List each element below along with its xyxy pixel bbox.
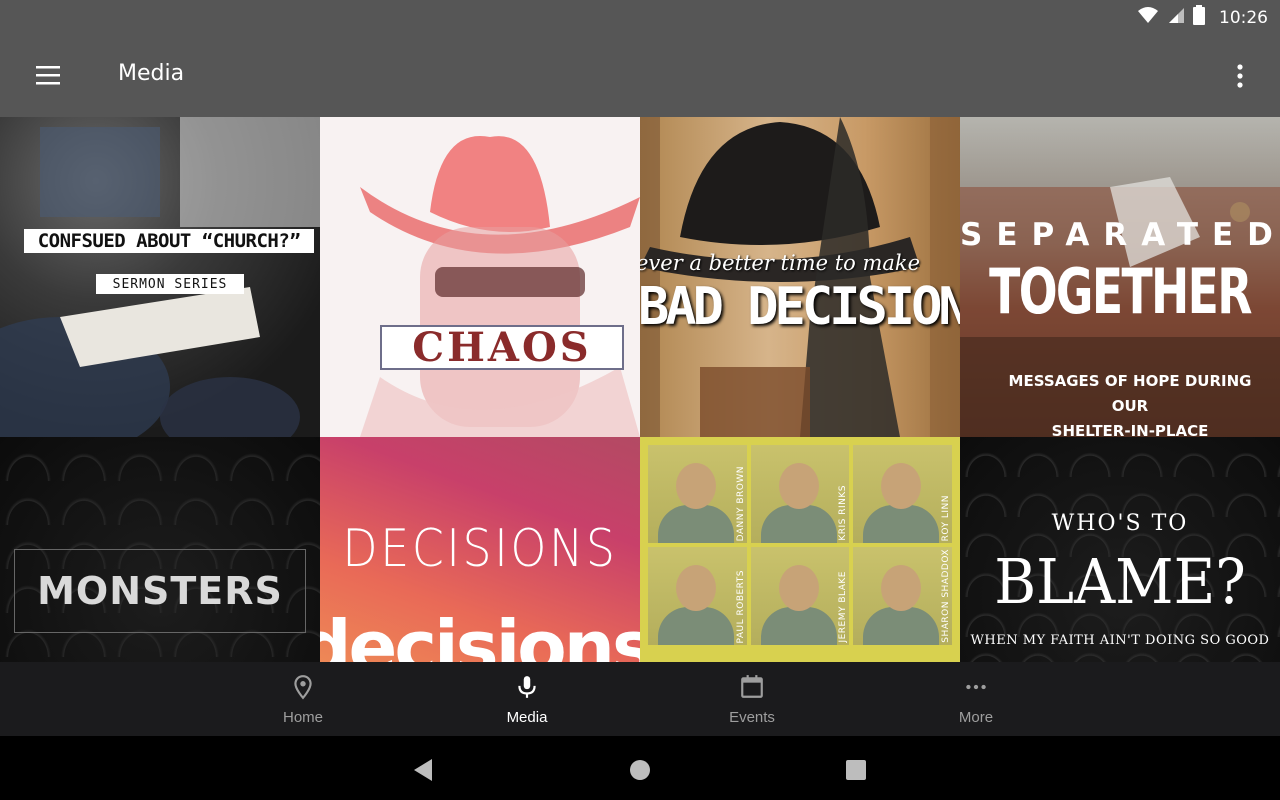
nav-item-events[interactable]: Events xyxy=(677,662,827,736)
system-navigation-bar xyxy=(0,736,1280,800)
tile-subtitle: decisions xyxy=(320,605,640,662)
recents-button[interactable] xyxy=(842,756,870,784)
speaker-face xyxy=(881,463,922,509)
bottom-navigation: Home Media Events More xyxy=(0,662,1280,736)
nav-item-more[interactable]: More xyxy=(901,662,1051,736)
tile-title: TOGETHER xyxy=(989,255,1252,328)
media-tile-decisions[interactable]: DECISIONS decisions xyxy=(320,437,640,662)
speaker-shirt xyxy=(760,607,837,645)
media-tile-whos-to-blame[interactable]: WHO'S TO BLAME? WHEN MY FAITH AIN'T DOIN… xyxy=(960,437,1280,662)
media-tile-bad-decision[interactable]: ever a better time to make BAD DECISION xyxy=(640,117,960,437)
media-tile-monsters[interactable]: MONSTERS xyxy=(0,437,320,662)
nav-item-label: Events xyxy=(729,709,775,726)
speaker-name: JEREMY BLAKE xyxy=(838,571,849,643)
speaker-photo: PAUL ROBERTS xyxy=(648,547,747,645)
tile-title: MONSTERS xyxy=(14,549,306,633)
speaker-photo: JEREMY BLAKE xyxy=(750,547,850,645)
nav-item-label: More xyxy=(958,709,994,726)
tile-title-top: WHO'S TO xyxy=(1051,511,1189,536)
media-tile-separated-together[interactable]: SEPARATED TOGETHER MESSAGES OF HOPE DURI… xyxy=(960,117,1280,437)
tile-title: BAD DECISION xyxy=(640,277,960,337)
page-title: Media xyxy=(118,61,185,86)
nav-item-home[interactable]: Home xyxy=(228,662,378,736)
back-triangle-icon xyxy=(410,759,438,788)
speaker-face xyxy=(778,565,819,611)
tile-subtitle-line-1: MESSAGES OF HOPE DURING OUR xyxy=(1008,372,1252,415)
speaker-name: KRIS RINKS xyxy=(838,485,849,541)
more-horizontal-icon xyxy=(963,674,989,705)
status-time: 10:26 xyxy=(1219,7,1268,28)
recents-square-icon xyxy=(842,760,870,788)
speaker-photo-grid: DANNY BROWN KRIS RINKS ROY LINN PAUL ROB… xyxy=(648,445,952,662)
speaker-shirt xyxy=(760,505,837,543)
tile-subtitle: WHEN MY FAITH AIN'T DOING SO GOOD xyxy=(970,633,1270,648)
cellular-signal-icon xyxy=(1167,6,1185,29)
speaker-face xyxy=(676,463,716,509)
calendar-icon xyxy=(739,674,765,705)
menu-button[interactable] xyxy=(24,56,72,96)
speaker-name: ROY LINN xyxy=(940,494,951,541)
media-tile-confused-about-church[interactable]: CONFSUED ABOUT “CHURCH?” SERMON SERIES xyxy=(0,117,320,437)
back-button[interactable] xyxy=(410,756,438,784)
tile-title: CONFSUED ABOUT “CHURCH?” xyxy=(24,229,314,253)
media-tile-speakers[interactable]: DANNY BROWN KRIS RINKS ROY LINN PAUL ROB… xyxy=(640,437,960,662)
overflow-menu-button[interactable] xyxy=(1220,56,1260,96)
speaker-shirt xyxy=(863,607,940,645)
tile-title: BLAME? xyxy=(994,545,1246,618)
speaker-shirt xyxy=(863,505,940,543)
home-circle-icon xyxy=(626,760,654,788)
speaker-photo: DANNY BROWN xyxy=(648,445,747,543)
nav-item-label: Home xyxy=(282,709,323,726)
speaker-name: DANNY BROWN xyxy=(735,465,746,541)
cowboy-hat-art xyxy=(360,135,640,437)
speaker-face xyxy=(676,565,716,611)
nav-item-label: Media xyxy=(506,709,548,726)
media-tile-chaos[interactable]: CHAOS xyxy=(320,117,640,437)
speaker-photo: ROY LINN xyxy=(853,445,952,543)
hamburger-menu-icon xyxy=(24,66,72,100)
speaker-name: SHARON SHADDOX xyxy=(940,549,951,643)
tile-subtitle-line-2: SHELTER-IN-PLACE xyxy=(1051,422,1209,437)
microphone-icon xyxy=(514,674,540,705)
tile-subtitle: SERMON SERIES xyxy=(96,274,244,294)
speaker-shirt xyxy=(658,505,734,543)
tile-title: DECISIONS xyxy=(342,519,618,579)
tile-title: CHAOS xyxy=(380,324,624,371)
media-grid: CONFSUED ABOUT “CHURCH?” SERMON SERIES C… xyxy=(0,117,1280,662)
battery-icon xyxy=(1193,5,1205,30)
more-vertical-icon xyxy=(1220,64,1260,100)
tile-title-top: SEPARATED xyxy=(960,217,1280,253)
tile-subtitle: MESSAGES OF HOPE DURING OUR SHELTER-IN-P… xyxy=(990,369,1270,437)
location-pin-icon xyxy=(290,674,316,705)
tile-subtitle: ever a better time to make xyxy=(640,251,921,275)
nav-item-media[interactable]: Media xyxy=(452,662,602,736)
status-icons: 10:26 xyxy=(1137,5,1268,30)
wifi-icon xyxy=(1137,6,1159,29)
app-bar: Media xyxy=(0,34,1280,117)
speaker-face xyxy=(881,565,922,611)
status-bar: 10:26 xyxy=(0,0,1280,34)
home-button[interactable] xyxy=(626,756,654,784)
speaker-photo: KRIS RINKS xyxy=(750,445,850,543)
speaker-name: PAUL ROBERTS xyxy=(735,569,746,643)
speaker-shirt xyxy=(658,607,734,645)
speaker-photo: SHARON SHADDOX xyxy=(853,547,952,645)
speaker-face xyxy=(778,463,819,509)
